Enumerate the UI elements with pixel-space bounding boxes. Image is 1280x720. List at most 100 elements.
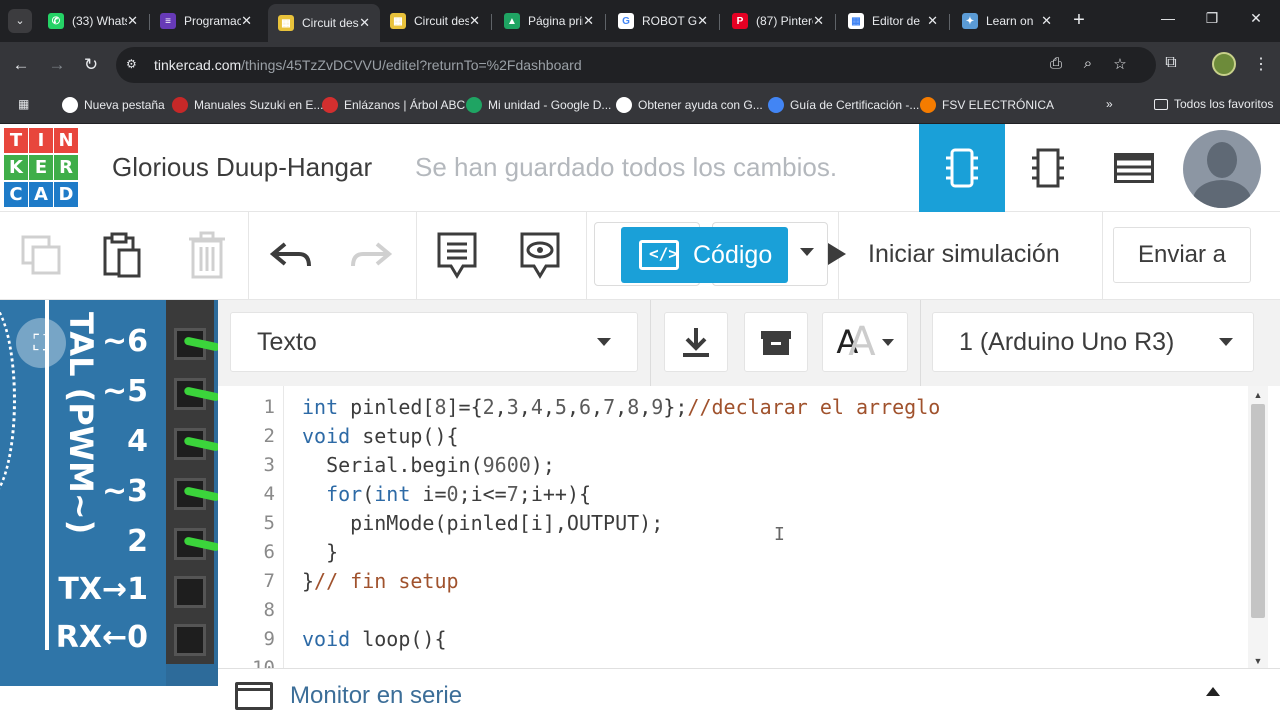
tinkercad-icon: ▦ [390,13,406,29]
code-line[interactable]: }// fin setup [302,567,459,596]
restore-icon[interactable]: ❐ [1202,10,1222,27]
header-pin[interactable] [174,624,206,656]
close-window-icon[interactable]: ✕ [1246,10,1266,27]
tab-search-chevron-icon[interactable]: ⌄ [8,9,32,33]
tab-close-icon[interactable]: ✕ [927,13,938,29]
bookmark-item[interactable]: Nueva pestaña [62,97,165,113]
tab-close-icon[interactable]: ✕ [241,13,252,29]
bookmarks-bar: ▦ Nueva pestaña Manuales Suzuki en E... En… [0,88,1280,124]
browser-tab[interactable]: ▲ Página principal✕ [494,6,604,36]
expand-up-icon[interactable] [1206,687,1220,696]
minimize-icon[interactable]: — [1158,10,1178,26]
chrome-menu-icon[interactable]: ⋮ [1250,54,1272,74]
url-text[interactable]: tinkercad.com/things/45TzZvDCVVU/editel?… [154,57,582,73]
code-line[interactable]: void loop(){ [302,625,447,654]
tab-close-icon[interactable]: ✕ [359,15,370,31]
scroll-down-icon[interactable]: ▼ [1252,656,1264,666]
library-box-icon [761,331,791,355]
bookmark-item[interactable]: Obtener ayuda con G... [616,97,763,113]
pin-label: 4 [127,424,148,459]
undo-button[interactable] [266,230,316,280]
start-simulation-button[interactable]: Iniciar simulación [828,232,1060,276]
scroll-up-icon[interactable]: ▲ [1252,390,1264,400]
circuit-view-button[interactable] [919,124,1005,212]
back-arrow-icon[interactable]: ← [10,54,32,76]
tab-title: Circuit design [302,16,359,30]
all-bookmarks-folder[interactable]: Todos los favoritos [1154,97,1273,111]
user-avatar[interactable] [1183,130,1261,208]
redo-button[interactable] [346,230,396,280]
more-bookmarks-button[interactable]: » [1106,97,1113,111]
browser-tab[interactable]: G ROBOT Google✕ [608,6,718,36]
extensions-icon[interactable]: ⧉ [1160,54,1182,72]
zoom-icon[interactable]: ⌕ [1078,55,1098,72]
code-line[interactable]: pinMode(pinled[i],OUTPUT); [302,509,663,538]
code-text[interactable]: int pinled[8]={2,3,4,5,6,7,8,9};//declar… [302,386,1242,668]
code-editor[interactable]: 1 2 3 4 5 6 7 8 9 10 int pinled[8]={2,3,4,5,6,7,8… [218,386,1280,668]
tab-close-icon[interactable]: ✕ [1041,13,1052,29]
fit-view-icon[interactable]: ⛶ [16,318,66,368]
bookmark-item[interactable]: Mi unidad - Google D... [466,97,611,113]
browser-tab[interactable]: ▦ Editor de ✕ [838,6,948,36]
code-line[interactable]: int pinled[8]={2,3,4,5,6,7,8,9};//declar… [302,393,940,422]
apps-grid-icon[interactable]: ▦ [18,97,29,111]
notes-button[interactable] [432,230,482,280]
code-mode-select[interactable]: Texto [230,312,638,372]
profile-avatar[interactable] [1212,52,1236,76]
browser-tab[interactable]: ≡ Programación✕ [150,6,262,36]
learn-icon: ✦ [962,13,978,29]
chevron-down-icon [1219,338,1233,346]
bookmark-star-icon[interactable]: ☆ [1110,55,1130,73]
tab-close-icon[interactable]: ✕ [583,13,594,29]
send-to-button[interactable]: Enviar a [1113,227,1251,283]
font-size-large-icon: A [848,319,876,365]
line-number: 4 [263,483,275,505]
site-settings-icon[interactable]: ⚙ [126,57,142,73]
logo-letter: T [4,128,28,153]
notes-visibility-button[interactable] [515,230,565,280]
bookmark-item[interactable]: Guía de Certificación -... [768,97,919,113]
forward-arrow-icon[interactable]: → [46,54,68,76]
schematic-view-button[interactable] [1005,124,1091,212]
browser-tab[interactable]: ✆ (33) WhatsApp✕ [38,6,148,36]
bookmark-item[interactable]: FSV ELECTRÓNICA [920,97,1054,113]
device-select[interactable]: 1 (Arduino Uno R3) [932,312,1254,372]
scrollbar-thumb[interactable] [1251,404,1265,618]
tab-close-icon[interactable]: ✕ [813,13,824,29]
install-app-icon[interactable]: ⎙ [1046,55,1066,72]
address-bar[interactable]: ⚙ tinkercad.com/things/45TzZvDCVVU/edite… [116,47,1156,83]
code-icon: </> [639,240,679,270]
code-line[interactable]: void setup(){ [302,422,459,451]
tab-close-icon[interactable]: ✕ [127,13,138,29]
header-pin[interactable] [174,576,206,608]
bookmark-item[interactable]: Manuales Suzuki en E... [172,97,323,113]
libraries-button[interactable] [744,312,808,372]
serial-monitor-bar[interactable]: Monitor en serie [218,668,1280,720]
code-line[interactable]: for(int i=0;i<=7;i++){ [302,480,591,509]
tab-close-icon[interactable]: ✕ [469,13,480,29]
paste-button[interactable] [96,230,146,280]
delete-button[interactable] [182,230,232,280]
design-name[interactable]: Glorious Duup-Hangar [112,152,380,183]
tab-close-icon[interactable]: ✕ [697,13,708,29]
new-tab-plus-icon[interactable]: + [1069,10,1089,30]
font-size-button[interactable]: A A [822,312,908,372]
bookmark-label: FSV ELECTRÓNICA [942,98,1055,112]
reload-icon[interactable]: ↻ [80,54,102,76]
browser-tab-strip: ⌄ ✆(33) WhatsApp✕≡Programación✕▦Circuit … [0,0,1280,42]
code-button[interactable]: </> Código [621,227,788,283]
code-line[interactable]: } [302,538,338,567]
code-line[interactable]: Serial.begin(9600); [302,451,555,480]
bookmark-item[interactable]: Enlázanos | Árbol ABC [322,97,465,113]
code-dropdown-caret-icon[interactable] [800,248,814,256]
circuit-canvas[interactable]: TAL (PWM~) ~6 ~5 4 ~3 2 TX→1 RX←0 ⛶ [0,300,218,686]
toolbar-divider [248,212,249,300]
browser-tab[interactable]: P (87) Pinterest✕ [722,6,834,36]
browser-tab[interactable]: ✦ Learn on ✕ [952,6,1062,36]
download-code-button[interactable] [664,312,728,372]
browser-tab[interactable]: ▦ Circuit design✕ [380,6,490,36]
tinkercad-logo[interactable]: TIN KER CAD [4,128,78,208]
component-list-button[interactable] [1091,124,1177,212]
copy-button[interactable] [16,230,66,280]
browser-tab[interactable]: ▦ Circuit design✕ [268,4,380,42]
